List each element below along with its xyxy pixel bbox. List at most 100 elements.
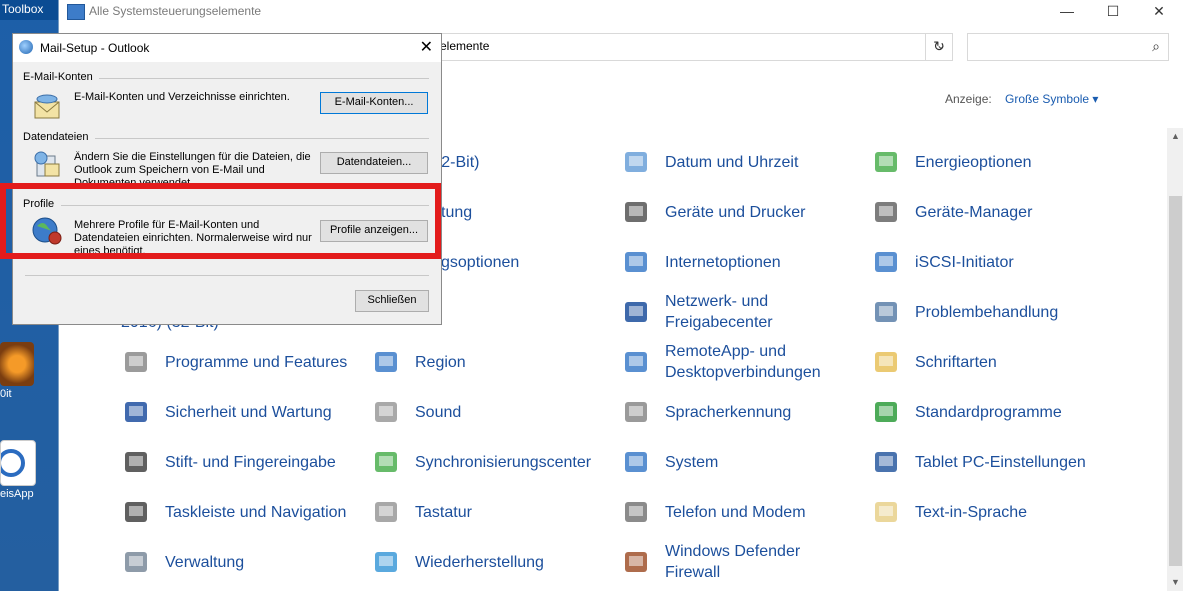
control-panel-item[interactable]: System [621,440,718,484]
control-panel-item[interactable]: Spracherkennung [621,390,791,434]
item-label: iSCSI-Initiator [915,253,1014,271]
item-label: Verwaltung [165,553,245,571]
scroll-up-icon[interactable]: ▲ [1167,128,1183,145]
desktop-icon-label: eisApp [0,488,34,500]
highlight-annotation [0,183,441,259]
control-panel-item[interactable]: iSCSI-Initiator [871,240,1014,284]
address-bar[interactable]: elemente ⌄ [439,33,953,61]
control-panel-item[interactable]: Tablet PC-Einstellungen [871,440,1086,484]
item-label: Text-in-Sprache [915,503,1028,521]
vertical-scrollbar[interactable]: ▲ ▼ [1167,128,1183,591]
desktop-icon-app1[interactable]: 0it [0,342,40,400]
control-panel-item[interactable]: Wiederherstellung [371,540,544,584]
tablet-icon [871,447,901,477]
control-panel-item[interactable]: Internetoptionen [621,240,781,284]
item-label: Synchronisierungscenter [415,453,592,471]
globe-shield-icon [871,247,901,277]
refresh-button[interactable]: ↻ [925,33,953,61]
network-icon [621,297,651,327]
close-button[interactable]: ✕ [1136,0,1182,24]
app-icon [0,342,34,386]
control-panel-item[interactable]: Schriftarten [871,340,997,384]
remote-desktop-icon [621,347,651,377]
sync-icon [371,447,401,477]
control-panel-item[interactable]: Taskleiste und Navigation [121,490,346,534]
item-label: Sound [415,403,462,421]
control-panel-item[interactable]: Windows Defender Firewall [621,540,800,584]
item-label: gsoptionen [441,253,520,271]
control-panel-item[interactable]: Standardprogramme [871,390,1062,434]
group-divider [95,138,429,139]
desktop-icon-app2[interactable]: eisApp [0,440,40,500]
control-panel-titlebar: Alle Systemsteuerungselemente — ☐ ✕ [59,0,1183,24]
control-panel-item[interactable]: Energieoptionen [871,140,1032,184]
group-divider [99,78,429,79]
app-icon [0,440,36,486]
microphone-icon [621,397,651,427]
control-panel-item[interactable]: Programme und Features [121,340,347,384]
taskbar-icon [121,497,151,527]
control-panel-item[interactable]: Datum und Uhrzeit [621,140,798,184]
control-panel-item[interactable]: Tastatur [371,490,472,534]
battery-icon [871,147,901,177]
control-panel-item[interactable]: Telefon und Modem [621,490,806,534]
search-icon: ⌕ [1152,38,1160,54]
item-label: Standardprogramme [915,403,1062,421]
scroll-thumb[interactable] [1169,196,1182,566]
item-label: Problembehandlung [915,303,1059,321]
item-label: Windows Defender Firewall [665,543,801,581]
group-label-email-accounts: E-Mail-Konten [23,71,93,83]
view-value: Große Symbole [1005,92,1090,106]
control-panel-item[interactable]: Problembehandlung [871,290,1058,334]
control-panel-item[interactable]: Verwaltung [121,540,244,584]
control-panel-item[interactable]: Sound [371,390,461,434]
control-panel-item[interactable]: Stift- und Fingereingabe [121,440,336,484]
item-label: Stift- und Fingereingabe [165,453,336,471]
calendar-clock-icon [621,147,651,177]
control-panel-item-partial[interactable]: tung [441,190,472,234]
item-label: Programme und Features [165,353,348,371]
item-label: Tastatur [415,503,472,521]
data-files-icon [34,151,60,177]
control-panel-item-partial[interactable]: gsoptionen [441,240,519,284]
item-label: Spracherkennung [665,403,792,421]
default-programs-icon [871,397,901,427]
maximize-button[interactable]: ☐ [1090,0,1136,24]
email-accounts-button[interactable]: E-Mail-Konten... [320,92,428,114]
item-label: Wiederherstellung [415,553,544,571]
toolbox-tab[interactable]: Toolbox [0,0,60,20]
dialog-close-button[interactable]: ✕ [420,37,433,57]
control-panel-item[interactable]: RemoteApp- und Desktopverbindungen [621,340,821,384]
dialog-title: Mail-Setup - Outlook [40,41,150,55]
control-panel-item[interactable]: Geräte und Drucker [621,190,806,234]
control-panel-item[interactable]: Sicherheit und Wartung [121,390,332,434]
search-input[interactable]: ⌕ [967,33,1169,61]
view-dropdown[interactable]: Große Symbole ▾ [1005,92,1098,106]
control-panel-item[interactable]: Region [371,340,466,384]
troubleshoot-icon [871,297,901,327]
dialog-divider [25,275,429,276]
fonts-folder-icon [871,347,901,377]
firewall-icon [621,547,651,577]
control-panel-item[interactable]: Text-in-Sprache [871,490,1027,534]
globe-clock-icon [371,347,401,377]
phone-icon [621,497,651,527]
pen-icon [121,447,151,477]
minimize-button[interactable]: — [1044,0,1090,24]
speech-bubble-icon [871,497,901,527]
control-panel-item[interactable]: Netzwerk- und Freigabecenter [621,290,773,334]
item-label: Geräte-Manager [915,203,1033,221]
item-label: tung [441,203,473,221]
recovery-icon [371,547,401,577]
control-panel-item[interactable]: Synchronisierungscenter [371,440,591,484]
scroll-down-icon[interactable]: ▼ [1167,574,1183,591]
view-selector: Anzeige: Große Symbole ▾ [945,92,1098,106]
data-files-button[interactable]: Datendateien... [320,152,428,174]
item-label: Telefon und Modem [665,503,806,521]
control-panel-item[interactable]: Geräte-Manager [871,190,1032,234]
dialog-titlebar: Mail-Setup - Outlook ✕ [13,34,441,62]
close-dialog-button[interactable]: Schließen [355,290,429,312]
monitor-icon [621,447,651,477]
outlook-globe-icon [19,40,33,54]
programs-icon [121,347,151,377]
